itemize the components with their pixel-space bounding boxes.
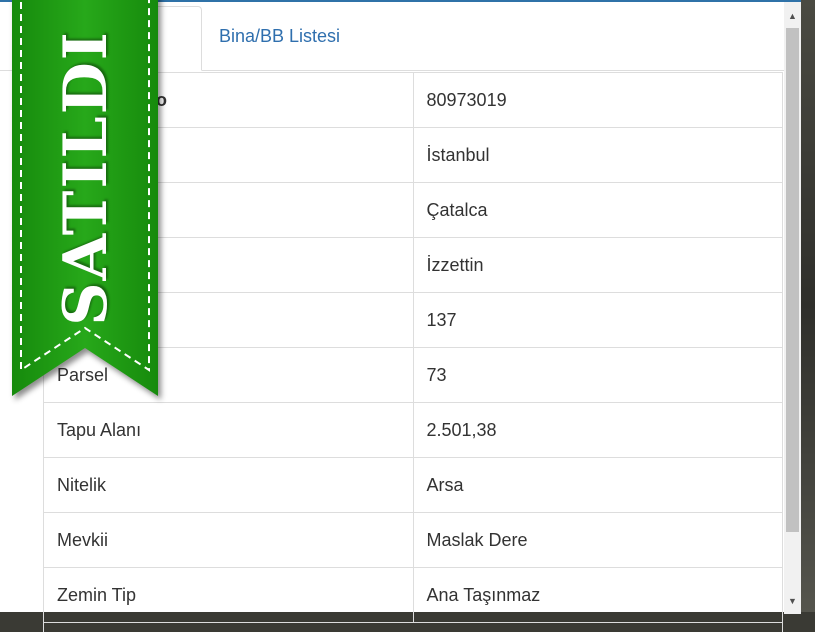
row-label: Mevkii bbox=[44, 512, 414, 568]
table-row: Zemin Tip Ana Taşınmaz bbox=[44, 567, 782, 623]
row-value: 80973019 bbox=[413, 72, 782, 128]
map-background-right bbox=[801, 0, 815, 612]
ribbon-label: SATILDI bbox=[51, 30, 121, 326]
row-value: Maslak Dere bbox=[413, 512, 782, 568]
row-label: Nitelik bbox=[44, 457, 414, 513]
row-value: 2.501,38 bbox=[413, 402, 782, 458]
tab-building-list[interactable]: Bina/BB Listesi bbox=[203, 6, 356, 70]
row-value: 73 bbox=[413, 347, 782, 403]
row-label: Tapu Alanı bbox=[44, 402, 414, 458]
scrollbar-thumb[interactable] bbox=[786, 28, 799, 532]
scroll-down-arrow-icon[interactable]: ▼ bbox=[784, 593, 801, 610]
row-value: İstanbul bbox=[413, 127, 782, 183]
table-row: Tapu Alanı 2.501,38 bbox=[44, 402, 782, 458]
row-value: Ana Taşınmaz bbox=[413, 567, 782, 623]
row-label: Zemin Tip bbox=[44, 567, 414, 623]
table-row: Nitelik Arsa bbox=[44, 457, 782, 513]
scroll-up-arrow-icon[interactable]: ▲ bbox=[784, 8, 801, 25]
row-value: 137 bbox=[413, 292, 782, 348]
row-value: Çatalca bbox=[413, 182, 782, 238]
row-value: İzzettin bbox=[413, 237, 782, 293]
row-value: Arsa bbox=[413, 457, 782, 513]
table-row: Mevkii Maslak Dere bbox=[44, 512, 782, 568]
vertical-scrollbar[interactable]: ▲ ▼ bbox=[784, 2, 801, 614]
